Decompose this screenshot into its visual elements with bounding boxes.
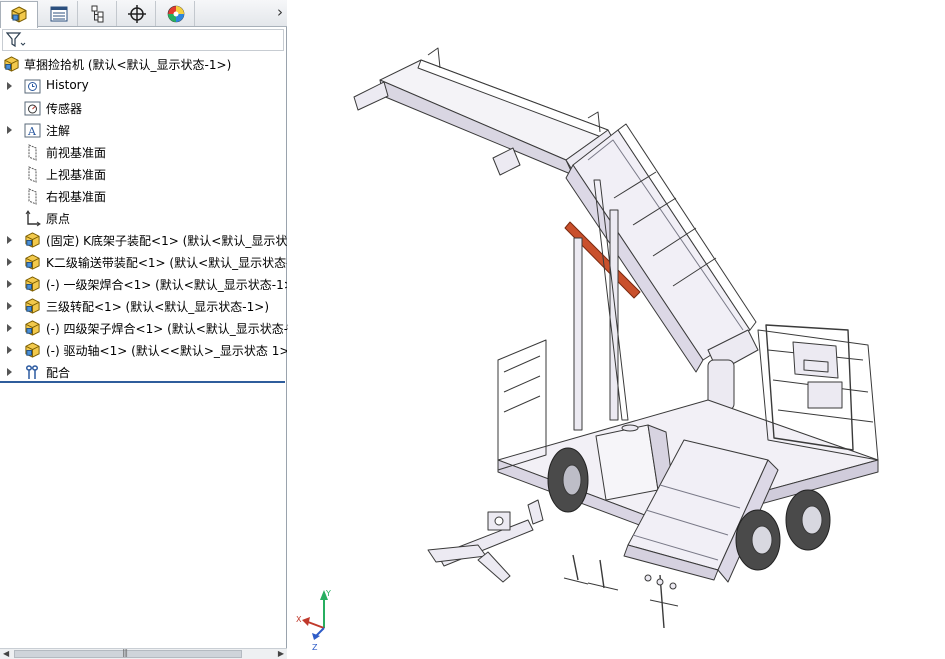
plane-icon xyxy=(28,166,37,183)
svg-text:A: A xyxy=(27,125,37,138)
tree-item-sensors[interactable]: 传感器 xyxy=(0,97,287,119)
tree-item-k-base-frame-assembly[interactable]: (固定) K底架子装配<1> (默认<默认_显示状态 xyxy=(0,229,287,251)
tree-item-label: 原点 xyxy=(46,212,71,226)
expand-arrow-icon[interactable] xyxy=(6,82,15,91)
tree-item-label: 配合 xyxy=(46,366,71,380)
horizontal-scrollbar[interactable]: ◀ ||| ▶ xyxy=(0,648,287,659)
subassembly-icon xyxy=(25,276,40,292)
scrollbar-grip-icon: ||| xyxy=(122,648,128,657)
subassembly-icon xyxy=(25,320,40,336)
expand-arrow-icon[interactable] xyxy=(6,324,15,333)
view-triad[interactable]: Y X Z xyxy=(296,589,331,652)
expand-arrow-icon[interactable] xyxy=(6,236,15,245)
tree-item-mates[interactable]: 配合 xyxy=(0,361,287,383)
origin-icon xyxy=(25,210,41,227)
plane-icon xyxy=(28,144,37,161)
graphics-viewport[interactable]: Y X Z xyxy=(288,0,945,659)
tree-item-label: 三级转配<1> (默认<默认_显示状态-1>) xyxy=(46,300,269,314)
model-drawing[interactable]: Y X Z xyxy=(288,0,945,659)
tree-item-label: (-) 驱动轴<1> (默认<<默认>_显示状态 1>) xyxy=(46,344,287,358)
tree-root-label: 草捆捡拾机 (默认<默认_显示状态-1>) xyxy=(24,58,232,72)
tree-item-front-plane[interactable]: 前视基准面 xyxy=(0,141,287,163)
tree-root[interactable]: 草捆捡拾机 (默认<默认_显示状态-1>) xyxy=(0,53,287,75)
tree-item-label: History xyxy=(46,78,89,92)
tree-item-top-plane[interactable]: 上视基准面 xyxy=(0,163,287,185)
color-wheel-icon xyxy=(167,5,184,22)
subassembly-icon xyxy=(25,232,40,248)
tree-item-fourth-frame-weldment[interactable]: (-) 四级架子焊合<1> (默认<默认_显示状态- xyxy=(0,317,287,339)
filter-icon[interactable] xyxy=(6,32,26,49)
tree-item-label: 注解 xyxy=(46,124,71,138)
tree-item-third-stage-assembly[interactable]: 三级转配<1> (默认<默认_显示状态-1>) xyxy=(0,295,287,317)
x-axis xyxy=(307,621,325,629)
tab-feature-manager[interactable] xyxy=(0,1,38,28)
expand-arrow-icon[interactable] xyxy=(6,346,15,355)
manager-tab-bar: › xyxy=(0,0,287,28)
annotation-icon: A xyxy=(24,123,41,138)
expand-arrow-icon[interactable] xyxy=(6,126,15,135)
tab-display-manager[interactable] xyxy=(157,1,195,26)
tree-item-origin[interactable]: 原点 xyxy=(0,207,287,229)
tree-item-label: (固定) K底架子装配<1> (默认<默认_显示状态 xyxy=(46,234,287,248)
plane-icon xyxy=(28,188,37,205)
assembly-icon xyxy=(4,56,19,72)
tree-item-label: 上视基准面 xyxy=(46,168,107,182)
upper-conveyor[interactable] xyxy=(353,47,619,177)
tab-dimxpert-manager[interactable] xyxy=(118,1,156,26)
inclined-conveyor[interactable] xyxy=(565,123,759,411)
scroll-right-icon[interactable]: ▶ xyxy=(278,649,284,658)
tree-filter[interactable] xyxy=(2,29,284,51)
assembly-icon xyxy=(11,6,27,23)
expand-arrow-icon[interactable] xyxy=(6,302,15,311)
tree-item-label: 前视基准面 xyxy=(46,146,107,160)
feature-manager-panel: › 草捆捡拾机 (默认<默认_显示状态-1>) History 传感器 A 注解… xyxy=(0,0,292,659)
expand-arrow-icon[interactable] xyxy=(6,258,15,267)
scroll-left-icon[interactable]: ◀ xyxy=(3,649,9,658)
tree-item-label: (-) 四级架子焊合<1> (默认<默认_显示状态- xyxy=(46,322,287,336)
crosshair-icon xyxy=(127,4,146,23)
configuration-icon xyxy=(91,5,103,22)
tree-item-right-plane[interactable]: 右视基准面 xyxy=(0,185,287,207)
tree-item-label: 右视基准面 xyxy=(46,190,107,204)
tree-item-label: 传感器 xyxy=(46,102,83,116)
tree-item-label: (-) 一级架焊合<1> (默认<默认_显示状态-1> xyxy=(46,278,287,292)
tab-configuration-manager[interactable] xyxy=(79,1,117,26)
z-axis xyxy=(315,627,325,637)
tree-item-k-second-conveyor-assembly[interactable]: K二级输送带装配<1> (默认<默认_显示状态- xyxy=(0,251,287,273)
triad-y-label: Y xyxy=(325,589,331,598)
subassembly-icon xyxy=(25,298,40,314)
tree-item-annotations[interactable]: A 注解 xyxy=(0,119,287,141)
tree-item-drive-shaft[interactable]: (-) 驱动轴<1> (默认<<默认>_显示状态 1>) xyxy=(0,339,287,361)
triad-x-label: X xyxy=(296,615,302,624)
tree-item-first-frame-weldment[interactable]: (-) 一级架焊合<1> (默认<默认_显示状态-1> xyxy=(0,273,287,295)
tab-property-manager[interactable] xyxy=(40,1,78,26)
mates-icon xyxy=(26,365,38,379)
subassembly-icon xyxy=(25,254,40,270)
expand-arrow-icon[interactable] xyxy=(6,280,15,289)
x-axis-arrow-icon xyxy=(302,617,310,626)
tree-item-history[interactable]: History xyxy=(0,75,287,97)
subassembly-icon xyxy=(25,342,40,358)
tree-item-label: K二级输送带装配<1> (默认<默认_显示状态- xyxy=(46,256,287,270)
sensor-icon xyxy=(24,101,41,116)
triad-z-label: Z xyxy=(312,643,318,652)
expand-arrow-icon[interactable] xyxy=(6,368,15,377)
tow-bar[interactable] xyxy=(427,499,544,583)
property-list-icon xyxy=(50,6,67,21)
scrollbar-thumb[interactable] xyxy=(14,650,242,658)
chevron-right-icon[interactable]: › xyxy=(277,3,283,21)
history-icon xyxy=(24,79,41,94)
tree-rollback-bar[interactable] xyxy=(0,381,285,383)
